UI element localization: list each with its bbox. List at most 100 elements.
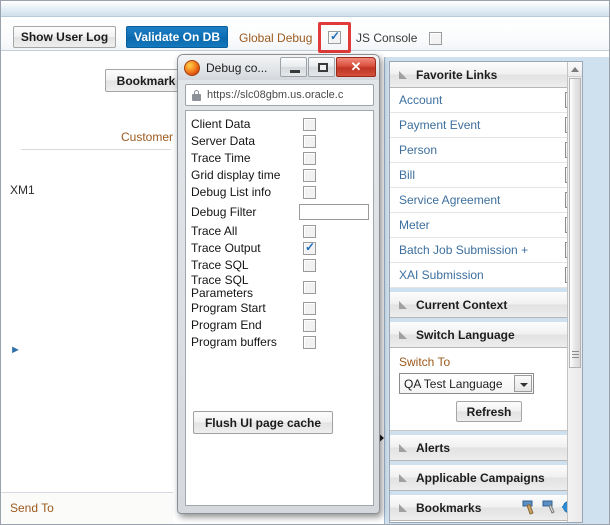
global-debug-label: Global Debug bbox=[239, 31, 313, 45]
current-context-title: Current Context bbox=[416, 297, 508, 312]
debug-options-group-1: Client Data Server Data Trace Time Grid dis… bbox=[186, 116, 373, 201]
debug-option-label: Trace Time bbox=[191, 151, 251, 165]
debug-option-row: Trace Output bbox=[186, 240, 373, 257]
debug-filter-label: Debug Filter bbox=[191, 204, 257, 219]
scrollbar-thumb[interactable] bbox=[569, 78, 581, 368]
scroll-up-arrow-icon[interactable] bbox=[568, 62, 582, 77]
debug-option-label: Server Data bbox=[191, 134, 256, 148]
show-user-log-button[interactable]: Show User Log bbox=[13, 26, 116, 48]
bookmarks-title: Bookmarks bbox=[416, 500, 482, 515]
debug-option-checkbox[interactable] bbox=[303, 152, 316, 165]
debug-option-row: Trace SQL bbox=[186, 257, 373, 274]
global-debug-highlight-box bbox=[318, 22, 351, 53]
language-select[interactable]: QA Test Language bbox=[399, 373, 534, 394]
scrollbar-grip-icon bbox=[572, 351, 579, 358]
favorite-link-label[interactable]: Person bbox=[399, 143, 437, 157]
bookmarks-header[interactable]: Bookmarks bbox=[390, 495, 582, 521]
debug-option-label: Program buffers bbox=[191, 335, 277, 349]
favorite-link-row[interactable]: Person3 bbox=[390, 138, 582, 163]
debug-option-label: Trace Output bbox=[191, 241, 261, 255]
favorite-link-label[interactable]: XAI Submission bbox=[399, 268, 484, 282]
js-console-checkbox[interactable] bbox=[429, 32, 442, 45]
window-title: Debug co... bbox=[206, 60, 268, 75]
debug-option-checkbox[interactable] bbox=[303, 280, 316, 294]
debug-option-label: Trace SQL bbox=[191, 258, 249, 272]
collapse-triangle-icon bbox=[399, 473, 407, 482]
debug-filter-input[interactable] bbox=[299, 204, 369, 220]
favorite-links-header[interactable]: Favorite Links bbox=[390, 62, 582, 88]
favorite-link-row[interactable]: Service Agreement5 bbox=[390, 188, 582, 213]
favorite-links-list: Account1Payment Event2Person3Bill4Servic… bbox=[390, 88, 582, 288]
debug-option-checkbox[interactable] bbox=[303, 225, 316, 238]
applicable-campaigns-title: Applicable Campaigns bbox=[416, 470, 545, 485]
bookmark-button[interactable]: Bookmark bbox=[105, 69, 187, 92]
debug-option-label: Program Start bbox=[191, 301, 266, 315]
url-bar[interactable]: https://slc08gbm.us.oracle.c bbox=[185, 84, 374, 106]
debug-option-label: Trace SQL Parameters bbox=[191, 273, 254, 300]
debug-option-row: Trace All bbox=[186, 223, 373, 240]
switch-to-label: Switch To bbox=[399, 355, 451, 369]
sidebar-scrollbar[interactable] bbox=[567, 62, 582, 522]
wrench-icon[interactable] bbox=[542, 499, 559, 518]
maximize-button[interactable] bbox=[308, 57, 335, 77]
hammer-icon[interactable] bbox=[522, 499, 539, 518]
favorite-link-label[interactable]: Batch Job Submission + bbox=[399, 243, 528, 257]
js-console-label: JS Console bbox=[356, 31, 418, 45]
alerts-header[interactable]: Alerts bbox=[390, 435, 582, 461]
favorite-link-row[interactable]: Account1 bbox=[390, 88, 582, 113]
flush-ui-page-cache-button[interactable]: Flush UI page cache bbox=[193, 411, 333, 434]
favorite-link-row[interactable]: Batch Job Submission +7 bbox=[390, 238, 582, 263]
debug-option-row: Debug List info bbox=[186, 184, 373, 201]
debug-option-checkbox[interactable] bbox=[303, 302, 316, 315]
minimize-icon bbox=[290, 70, 300, 73]
debug-option-label: Client Data bbox=[191, 117, 251, 131]
favorite-links-title: Favorite Links bbox=[416, 67, 498, 82]
debug-option-checkbox[interactable] bbox=[303, 336, 316, 349]
collapse-triangle-icon bbox=[399, 330, 407, 339]
maximize-icon bbox=[318, 63, 328, 72]
screen: Show User Log Validate On DB Global Debu… bbox=[0, 0, 610, 525]
customer-label: Customer bbox=[121, 130, 174, 144]
debug-option-checkbox[interactable] bbox=[303, 169, 316, 182]
applicable-campaigns-header[interactable]: Applicable Campaigns bbox=[390, 465, 582, 491]
sidebar-content: Favorite Links Account1Payment Event2Per… bbox=[389, 61, 583, 523]
validate-on-db-button[interactable]: Validate On DB bbox=[126, 26, 228, 48]
favorite-link-label[interactable]: Payment Event bbox=[399, 118, 480, 132]
debug-options-group-2: Trace All Trace Output Trace SQLTrace SQLP… bbox=[186, 223, 373, 351]
debug-option-row: Trace Time bbox=[186, 150, 373, 167]
favorite-link-label[interactable]: Meter bbox=[399, 218, 430, 232]
record-text: XM1 bbox=[10, 183, 35, 197]
debug-option-checkbox[interactable] bbox=[303, 240, 316, 255]
debug-option-row: Program Start bbox=[186, 300, 373, 317]
switch-language-title: Switch Language bbox=[416, 327, 515, 342]
favorite-link-row[interactable]: Payment Event2 bbox=[390, 113, 582, 138]
collapse-triangle-icon bbox=[399, 443, 407, 452]
debug-option-label: Debug List info bbox=[191, 185, 272, 199]
debug-option-checkbox[interactable] bbox=[303, 135, 316, 148]
switch-language-header[interactable]: Switch Language bbox=[390, 322, 582, 348]
refresh-button[interactable]: Refresh bbox=[456, 401, 522, 422]
favorite-link-label[interactable]: Bill bbox=[399, 168, 415, 182]
window-titlebar[interactable]: Debug co... ✕ bbox=[178, 55, 379, 80]
chevron-down-icon[interactable] bbox=[514, 375, 532, 392]
favorite-link-row[interactable]: Bill4 bbox=[390, 163, 582, 188]
favorite-link-row[interactable]: XAI Submission8 bbox=[390, 263, 582, 288]
debug-option-checkbox[interactable] bbox=[303, 319, 316, 332]
minimize-button[interactable] bbox=[280, 57, 307, 77]
debug-option-checkbox[interactable] bbox=[303, 186, 316, 199]
current-context-header[interactable]: Current Context bbox=[390, 292, 582, 318]
close-button[interactable]: ✕ bbox=[336, 57, 376, 77]
debug-option-label: Trace All bbox=[191, 224, 238, 238]
debug-option-label: Program End bbox=[191, 318, 262, 332]
debug-option-checkbox[interactable] bbox=[303, 118, 316, 131]
favorite-link-label[interactable]: Service Agreement bbox=[399, 193, 500, 207]
debug-option-label: Grid display time bbox=[191, 168, 281, 182]
favorite-link-label[interactable]: Account bbox=[399, 93, 442, 107]
app-header-strip bbox=[1, 1, 609, 17]
debug-option-row: Trace SQL Parameters bbox=[186, 274, 373, 300]
favorite-link-row[interactable]: Meter6 bbox=[390, 213, 582, 238]
debug-option-checkbox[interactable] bbox=[303, 259, 316, 272]
url-text: https://slc08gbm.us.oracle.c bbox=[207, 89, 344, 101]
divider-top bbox=[21, 149, 171, 150]
debug-filter-row: Debug Filter bbox=[186, 201, 373, 223]
